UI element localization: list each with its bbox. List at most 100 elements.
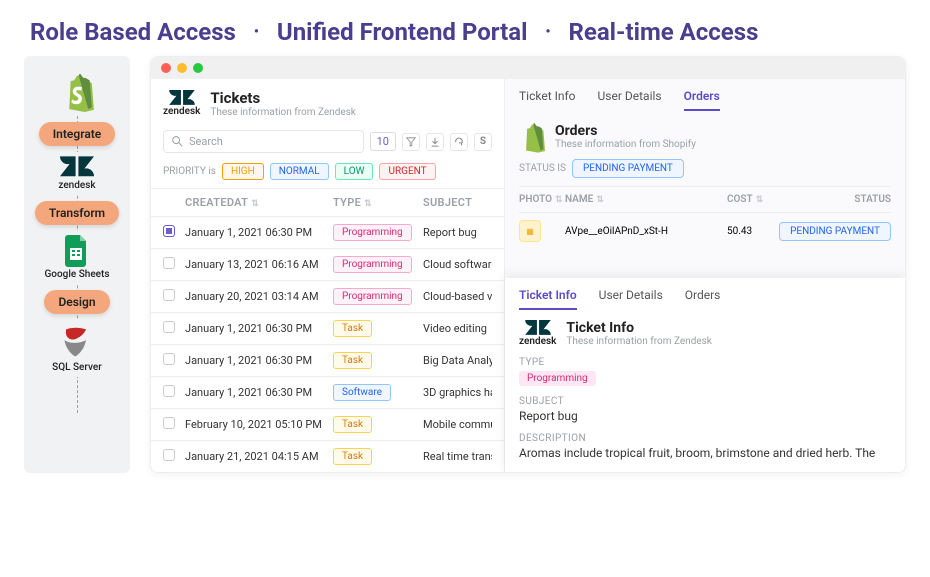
row-date: January 13, 2021 06:16 AM [185,258,333,271]
row-date: January 1, 2021 06:30 PM [185,322,333,335]
order-name: AVpe__eOilAPnD_xSt-H [565,226,727,237]
row-date: January 1, 2021 06:30 PM [185,354,333,367]
type-tag: Programming [333,256,412,273]
table-row[interactable]: January 1, 2021 06:30 PMProgrammingRepor… [151,216,504,248]
ticket-info-overlay: Ticket InfoUser DetailsOrders zendesk Ti… [505,278,905,472]
tab-orders[interactable]: Orders [684,89,720,111]
table-row[interactable]: January 1, 2021 06:30 PMTask Big Data Ana… [151,344,504,376]
tickets-subtitle: These information from Zendesk [210,107,355,118]
row-date: January 1, 2021 06:30 PM [185,386,333,399]
orders-subtitle: These information from Shopify [555,139,696,150]
window-minimize-icon[interactable] [177,63,187,73]
settings-button[interactable]: S [474,133,492,151]
app-window: zendesk Tickets These information from Z… [150,56,906,473]
row-subject: Cloud software [423,258,492,271]
row-checkbox[interactable] [163,417,175,429]
table-row[interactable]: January 13, 2021 06:16 AMProgramming Clou… [151,248,504,280]
node-sql-label: SQL Server [52,362,102,373]
tab-user-details[interactable]: User Details [598,89,662,111]
priority-urgent[interactable]: URGENT [379,163,435,180]
orders-title: Orders [555,123,696,139]
orders-table-header: PHOTO⇅ NAME⇅ COST⇅ STATUS [519,186,891,212]
col-status[interactable]: STATUS [773,194,891,205]
row-date: January 1, 2021 06:30 PM [185,226,333,239]
headline-b: Unified Frontend Portal [277,18,528,46]
zendesk-logo: zendesk [519,320,556,347]
filter-button[interactable] [402,133,420,151]
sort-icon[interactable]: ⇅ [555,195,563,205]
row-checkbox[interactable] [163,449,175,461]
tickets-table-header: CREATEDAT⇅ TYPE⇅ SUBJECT [151,188,504,216]
node-sheets-label: Google Sheets [44,269,109,280]
type-tag: Programming [333,288,412,305]
node-zendesk: zendesk [58,152,95,195]
shopify-icon [519,123,545,153]
headline: Role Based Access • Unified Frontend Por… [0,0,930,56]
tab-user-details[interactable]: User Details [599,288,663,310]
table-row[interactable]: February 10, 2021 05:10 PMTaskMobile com… [151,408,504,440]
row-checkbox[interactable] [163,289,175,301]
row-date: January 20, 2021 03:14 AM [185,290,333,303]
headline-c: Real-time Access [569,18,759,46]
table-row[interactable]: January 21, 2021 04:15 AMTask Real time t… [151,440,504,472]
node-shopify [60,70,94,116]
row-date: February 10, 2021 05:10 PM [185,418,333,431]
sort-icon[interactable]: ⇅ [364,199,372,209]
row-subject: Big Data Analy [423,354,492,367]
type-tag: Programming [519,371,596,386]
download-button[interactable] [426,133,444,151]
zendesk-icon [60,156,94,178]
priority-high[interactable]: HIGH [222,163,264,180]
row-checkbox[interactable] [163,257,175,269]
sort-icon[interactable]: ⇅ [756,195,764,205]
sort-icon[interactable]: ⇅ [251,199,259,209]
tab-orders[interactable]: Orders [685,288,721,310]
type-tag: Task [333,448,372,465]
table-row[interactable]: January 20, 2021 03:14 AMProgrammingClou… [151,280,504,312]
row-subject: 3D graphics ha [423,386,492,399]
page-size[interactable]: 10 [370,132,396,151]
row-checkbox[interactable] [163,385,175,397]
shopify-icon [60,74,94,112]
tab-ticket-info[interactable]: Ticket Info [519,288,577,310]
col-subject[interactable]: SUBJECT [423,196,492,209]
row-subject: Mobile commu [423,418,492,431]
type-tag: Programming [333,224,412,241]
search-input[interactable]: Search [163,130,364,153]
detail-panel: Ticket Info User Details Orders Orders The… [505,79,905,472]
window-maximize-icon[interactable] [193,63,203,73]
pill-transform: Transform [35,201,119,225]
row-subject: Real time trans [423,450,492,463]
type-tag: Task [333,352,372,369]
refresh-button[interactable] [450,133,468,151]
node-zendesk-label: zendesk [58,180,95,191]
separator-dot: • [545,24,550,40]
order-row[interactable]: ▦ AVpe__eOilAPnD_xSt-H 50.43 PENDING PAY… [519,212,891,249]
separator-dot: • [254,24,259,40]
row-checkbox[interactable] [163,321,175,333]
sort-icon[interactable]: ⇅ [596,195,604,205]
row-checkbox[interactable] [163,225,175,237]
table-row[interactable]: January 1, 2021 06:30 PMSoftware 3D graph… [151,376,504,408]
row-date: January 21, 2021 04:15 AM [185,450,333,463]
priority-low[interactable]: LOW [335,163,374,180]
col-type: TYPE⇅ [333,196,423,209]
description-value: Aromas include tropical fruit, broom, br… [505,446,905,464]
status-filter[interactable]: PENDING PAYMENT [572,159,684,178]
type-tag: Task [333,320,372,337]
pill-integrate: Integrate [39,122,116,146]
priority-normal[interactable]: NORMAL [270,163,329,180]
window-close-icon[interactable] [161,63,171,73]
col-createdat: CREATEDAT⇅ [185,196,333,209]
subject-value: Report bug [505,409,905,427]
order-thumbnail: ▦ [519,220,541,242]
status-label: STATUS is [519,163,566,174]
type-tag: Software [333,384,391,401]
row-subject: Video editing [423,322,492,335]
sql-server-icon [59,324,95,360]
type-label: TYPE [505,351,905,370]
row-checkbox[interactable] [163,353,175,365]
tab-ticket-info[interactable]: Ticket Info [519,89,576,111]
table-row[interactable]: January 1, 2021 06:30 PMTask Video editin… [151,312,504,344]
description-label: DESCRIPTION [505,427,905,446]
